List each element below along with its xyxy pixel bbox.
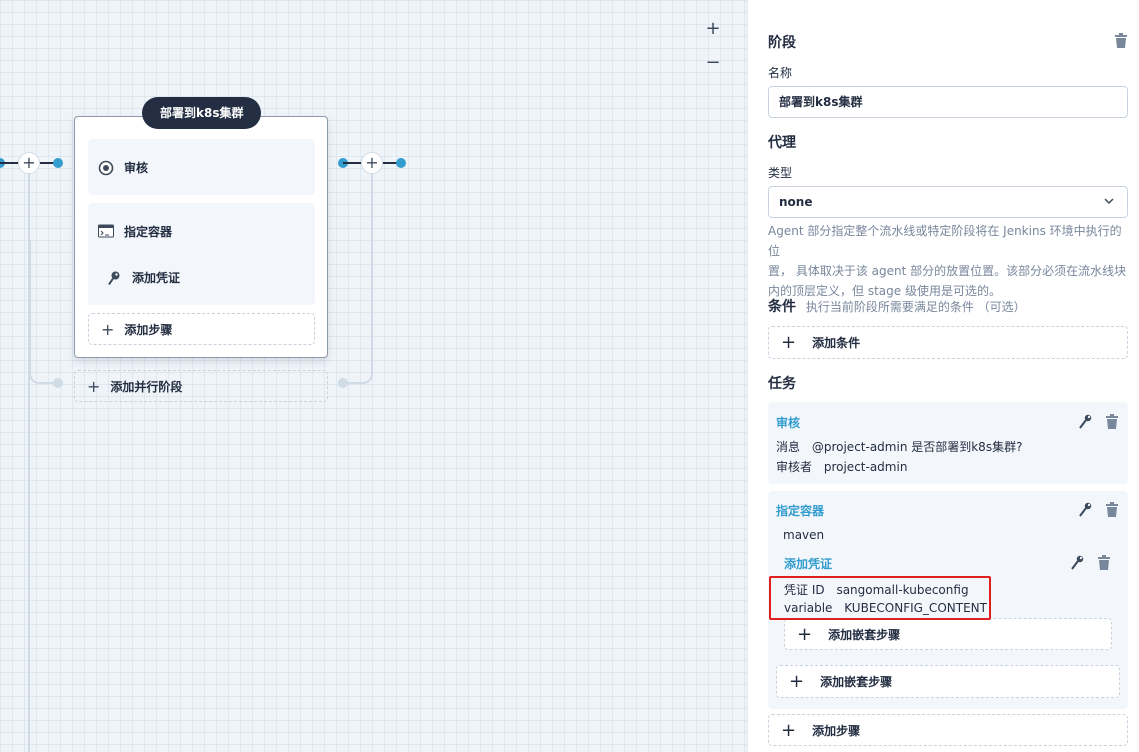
- add-parallel-label: 添加并行阶段: [110, 379, 183, 394]
- agent-description-line: Agent 部分指定整个流水线或特定阶段将在 Jenkins 环境中执行的位: [768, 224, 1122, 258]
- delete-stage-icon[interactable]: [1114, 33, 1128, 49]
- plus-icon: +: [87, 376, 101, 396]
- credential-variable-value: KUBECONFIG_CONTENT: [844, 601, 987, 615]
- add-condition-button[interactable]: + 添加条件: [768, 326, 1128, 359]
- reviewer-key: 审核者: [776, 460, 813, 474]
- nested-step-credential[interactable]: 添加凭证: [106, 269, 180, 286]
- section-agent-title: 代理: [768, 135, 796, 151]
- zoom-in-button[interactable]: +: [702, 18, 724, 40]
- step-label: 添加凭证: [132, 271, 181, 285]
- add-nested-step-label: 添加嵌套步骤: [820, 675, 893, 689]
- task-container[interactable]: 指定容器 maven 添加凭证 凭证 ID sangomall-kubeconf…: [768, 491, 1128, 709]
- add-stage-after-button[interactable]: +: [361, 152, 383, 174]
- plus-icon: +: [781, 719, 797, 741]
- credential-id-row: 凭证 ID sangomall-kubeconfig: [784, 581, 969, 598]
- name-label: 名称: [768, 66, 793, 80]
- credential-variable-key: variable: [784, 601, 833, 615]
- zoom-out-button[interactable]: −: [702, 52, 724, 74]
- step-label: 审核: [124, 161, 149, 175]
- parallel-branch-left: [29, 240, 53, 384]
- stage-card[interactable]: 审核 指定容器 添加凭证 + 添加步骤: [74, 116, 328, 358]
- agent-description: Agent 部分指定整个流水线或特定阶段将在 Jenkins 环境中执行的位 置…: [768, 221, 1130, 301]
- delete-task-icon[interactable]: [1105, 414, 1119, 430]
- type-label: 类型: [768, 166, 793, 180]
- message-key: 消息: [776, 440, 801, 454]
- agent-type-value: none: [779, 195, 813, 209]
- credential-id-value: sangomall-kubeconfig: [836, 583, 969, 597]
- step-audit[interactable]: 审核: [88, 139, 315, 195]
- add-nested-step-label: 添加嵌套步骤: [828, 627, 901, 642]
- stage-settings-panel: 阶段 名称 部署到k8s集群 代理 类型 none Agent 部分指定整个流水…: [747, 0, 1139, 752]
- step-container[interactable]: 指定容器 添加凭证: [88, 203, 315, 305]
- pipeline-canvas[interactable]: + − + + 部署到k8s集群 审核 指定容器 添加凭证 + 添加步骤 + 添…: [0, 0, 747, 752]
- add-parallel-stage-button[interactable]: + 添加并行阶段: [74, 370, 328, 402]
- container-value: maven: [783, 528, 825, 542]
- stage-title[interactable]: 部署到k8s集群: [142, 97, 262, 129]
- task-title[interactable]: 审核: [776, 414, 800, 431]
- add-step-button[interactable]: + 添加步骤: [768, 714, 1128, 746]
- plus-icon: +: [101, 319, 115, 339]
- credential-id-key: 凭证 ID: [784, 583, 825, 597]
- add-nested-step-button[interactable]: + 添加嵌套步骤: [776, 665, 1120, 698]
- audit-icon: [98, 160, 114, 176]
- condition-header: 条件 执行当前阶段所需要满足的条件 （可选）: [768, 296, 1026, 317]
- stage-name-input[interactable]: 部署到k8s集群: [768, 86, 1128, 118]
- add-step-label: 添加步骤: [124, 322, 173, 337]
- edit-wrench-icon[interactable]: [1078, 502, 1092, 518]
- section-tasks-title: 任务: [768, 376, 796, 392]
- parallel-branch-right: [343, 174, 373, 384]
- credential-variable-row: variable KUBECONFIG_CONTENT: [784, 601, 987, 615]
- section-stage-title: 阶段: [768, 35, 796, 51]
- plus-icon: +: [781, 332, 797, 353]
- agent-description-line: 置， 具体取决于该 agent 部分的放置位置。该部分必须在流水线块: [768, 264, 1127, 278]
- add-step-button[interactable]: + 添加步骤: [88, 313, 315, 345]
- add-nested-step-button[interactable]: + 添加嵌套步骤: [784, 618, 1112, 650]
- connector-dot: [53, 158, 63, 168]
- task-reviewer-row: 审核者 project-admin: [776, 458, 907, 475]
- condition-description: 执行当前阶段所需要满足的条件 （可选）: [805, 300, 1026, 314]
- connector-dot: [396, 158, 406, 168]
- agent-type-select[interactable]: none: [768, 186, 1128, 218]
- reviewer-value: project-admin: [823, 460, 908, 474]
- edit-wrench-icon[interactable]: [1070, 555, 1084, 571]
- add-step-label: 添加步骤: [812, 723, 861, 738]
- key-icon: [106, 270, 122, 286]
- task-title[interactable]: 指定容器: [776, 502, 824, 519]
- add-condition-label: 添加条件: [812, 336, 861, 350]
- edit-wrench-icon[interactable]: [1078, 414, 1092, 430]
- step-label: 指定容器: [124, 225, 173, 239]
- nested-task-title[interactable]: 添加凭证: [784, 555, 832, 572]
- delete-nested-task-icon[interactable]: [1097, 555, 1111, 571]
- task-message-row: 消息 @project-admin 是否部署到k8s集群?: [776, 438, 1022, 455]
- message-value: @project-admin 是否部署到k8s集群?: [811, 440, 1023, 454]
- branch-dot: [53, 378, 63, 388]
- delete-task-icon[interactable]: [1105, 502, 1119, 518]
- plus-icon: +: [797, 623, 813, 645]
- branch-dot: [338, 378, 348, 388]
- container-icon: [98, 224, 114, 240]
- add-stage-before-button[interactable]: +: [18, 152, 40, 174]
- section-condition-title: 条件: [768, 299, 796, 315]
- plus-icon: +: [789, 671, 805, 692]
- task-audit[interactable]: 审核 消息 @project-admin 是否部署到k8s集群? 审核者 pro…: [768, 402, 1128, 484]
